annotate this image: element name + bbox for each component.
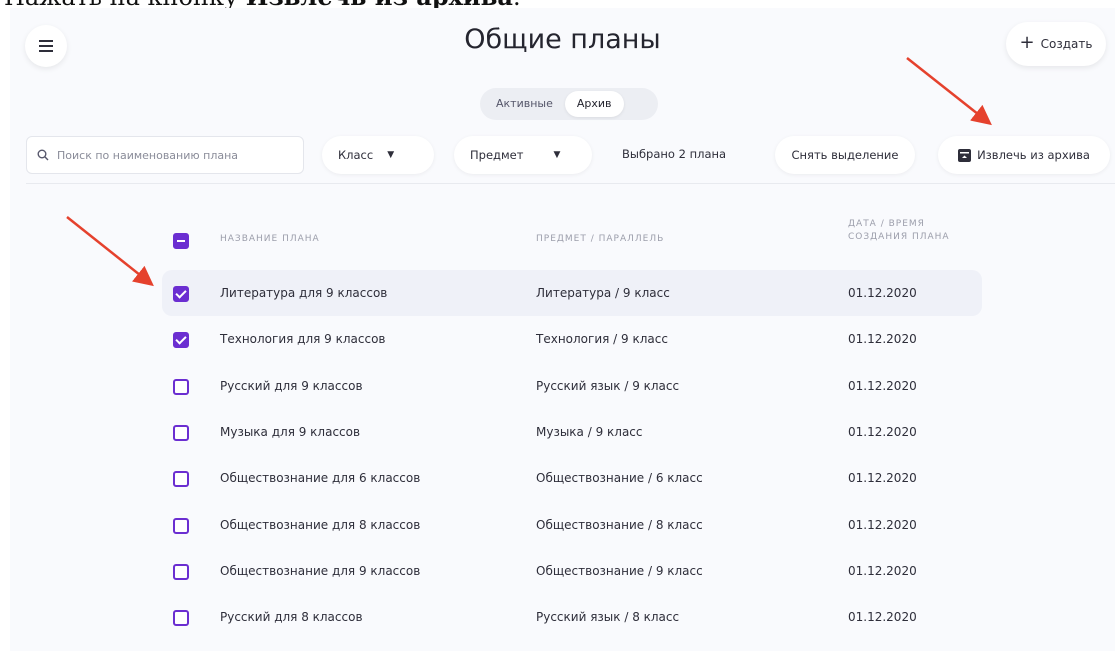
- row-checkbox[interactable]: [173, 517, 189, 534]
- subject-filter-label: Предмет: [470, 148, 524, 162]
- plan-date: 01.12.2020: [848, 425, 917, 440]
- table-row[interactable]: Обществознание для 6 классов Обществозна…: [162, 455, 982, 501]
- plan-date: 01.12.2020: [848, 378, 917, 393]
- table-header: НАЗВАНИЕ ПЛАНА ПРЕДМЕТ / ПАРАЛЛЕЛЬ ДАТА …: [162, 210, 982, 270]
- plus-icon: +: [1019, 32, 1035, 53]
- class-filter-dropdown[interactable]: Класс ▼: [322, 136, 434, 174]
- plan-subject: Обществознание / 9 класс: [536, 563, 703, 578]
- row-checkbox[interactable]: [173, 378, 189, 395]
- plan-name: Технология для 9 классов: [220, 332, 386, 347]
- search-icon: [37, 149, 49, 161]
- tab-active[interactable]: Активные: [484, 91, 565, 117]
- toolbar: Класс ▼ Предмет ▼ Выбрано 2 плана Снять …: [10, 132, 1115, 184]
- deselect-button-label: Снять выделение: [791, 148, 899, 162]
- caret-down-icon: ▼: [387, 150, 395, 160]
- plan-date: 01.12.2020: [848, 286, 917, 301]
- selected-count: Выбрано 2 плана: [622, 147, 727, 161]
- table-row[interactable]: Технология для 9 классов Технология / 9 …: [162, 316, 982, 362]
- subject-filter-dropdown[interactable]: Предмет ▼: [454, 136, 592, 174]
- plan-subject: Литература / 9 класс: [536, 286, 670, 301]
- unarchive-button-label: Извлечь из архива: [977, 148, 1090, 162]
- row-checkbox[interactable]: [173, 286, 189, 303]
- plan-subject: Обществознание / 8 класс: [536, 517, 703, 532]
- header-date-line1: ДАТА / ВРЕМЯ: [848, 219, 925, 229]
- page-title: Общие планы: [464, 24, 661, 55]
- plan-name: Русский для 8 классов: [220, 610, 363, 625]
- row-checkbox[interactable]: [173, 425, 189, 442]
- plan-name: Обществознание для 9 классов: [220, 563, 421, 578]
- header-name: НАЗВАНИЕ ПЛАНА: [220, 234, 320, 244]
- status-tabs: Активные Архив: [480, 88, 658, 120]
- table-row[interactable]: Литература для 9 классов Литература / 9 …: [162, 270, 982, 317]
- row-checkbox[interactable]: [173, 332, 189, 349]
- table-row[interactable]: Обществознание для 9 классов Обществозна…: [162, 548, 982, 594]
- row-checkbox[interactable]: [173, 610, 189, 627]
- plan-name: Литература для 9 классов: [220, 286, 388, 301]
- create-button[interactable]: + Создать: [1006, 22, 1106, 66]
- header-date: ДАТА / ВРЕМЯ СОЗДАНИЯ ПЛАНА: [848, 218, 950, 244]
- plan-date: 01.12.2020: [848, 563, 917, 578]
- header-subject: ПРЕДМЕТ / ПАРАЛЛЕЛЬ: [536, 234, 665, 244]
- plan-subject: Музыка / 9 класс: [536, 425, 643, 440]
- plan-name: Обществознание для 8 классов: [220, 517, 421, 532]
- caret-down-icon: ▼: [553, 150, 561, 160]
- plan-subject: Технология / 9 класс: [536, 332, 668, 347]
- plan-date: 01.12.2020: [848, 332, 917, 347]
- class-filter-label: Класс: [338, 148, 374, 162]
- search-input[interactable]: [55, 147, 293, 163]
- table-row[interactable]: Обществознание для 8 классов Обществозна…: [162, 501, 982, 547]
- plan-name: Русский для 9 классов: [220, 378, 363, 393]
- row-checkbox[interactable]: [173, 563, 189, 580]
- plan-date: 01.12.2020: [848, 517, 917, 532]
- unarchive-button[interactable]: Извлечь из архива: [938, 136, 1110, 174]
- search-box: [26, 136, 304, 174]
- plans-table: НАЗВАНИЕ ПЛАНА ПРЕДМЕТ / ПАРАЛЛЕЛЬ ДАТА …: [162, 210, 982, 640]
- toolbar-divider: [26, 183, 1115, 184]
- archive-box-icon: [958, 148, 972, 162]
- app-window: Общие планы + Создать Активные Архив Кла…: [10, 8, 1115, 651]
- select-all-checkbox[interactable]: [173, 233, 189, 249]
- plan-name: Музыка для 9 классов: [220, 425, 361, 440]
- plan-date: 01.12.2020: [848, 610, 917, 625]
- table-row[interactable]: Русский для 8 классов Русский язык / 8 к…: [162, 594, 982, 640]
- header-date-line2: СОЗДАНИЯ ПЛАНА: [848, 232, 950, 242]
- table-row[interactable]: Русский для 9 классов Русский язык / 9 к…: [162, 363, 982, 409]
- plan-date: 01.12.2020: [848, 471, 917, 486]
- plan-subject: Обществознание / 6 класс: [536, 471, 703, 486]
- create-button-label: Создать: [1040, 37, 1093, 51]
- plan-name: Обществознание для 6 классов: [220, 471, 421, 486]
- table-row[interactable]: Музыка для 9 классов Музыка / 9 класс 01…: [162, 409, 982, 455]
- plan-subject: Русский язык / 9 класс: [536, 378, 680, 393]
- tab-archive[interactable]: Архив: [564, 91, 624, 117]
- deselect-button[interactable]: Снять выделение: [775, 136, 915, 174]
- row-checkbox[interactable]: [173, 471, 189, 488]
- plan-subject: Русский язык / 8 класс: [536, 610, 680, 625]
